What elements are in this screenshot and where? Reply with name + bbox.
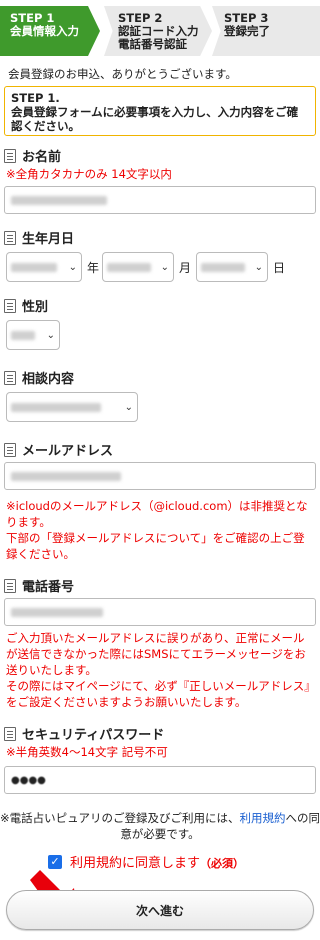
password-value: ●●●● xyxy=(11,774,46,786)
blurred-value xyxy=(107,262,151,272)
notice-title: STEP 1. xyxy=(11,91,60,105)
email-note-1: ※icloudのメールアドレス（@icloud.com）は非推奨となります。 xyxy=(6,499,308,529)
document-icon xyxy=(4,370,16,385)
birth-month-select[interactable]: ⌄ xyxy=(102,252,174,282)
name-label: お名前 xyxy=(4,146,61,165)
blurred-value xyxy=(11,262,57,272)
agreement-text: ※電話占いピュアリのご登録及びご利用には、利用規約への同意が必要です。 xyxy=(0,811,320,841)
terms-link[interactable]: 利用規約 xyxy=(239,811,285,825)
month-suffix: 月 xyxy=(179,261,192,275)
phone-label: 電話番号 xyxy=(4,576,74,595)
birth-year-select[interactable]: ⌄ xyxy=(6,252,82,282)
blurred-value xyxy=(11,402,101,412)
chevron-down-icon: ⌄ xyxy=(254,261,263,273)
phone-note-1: ご入力頂いたメールアドレスに誤りがあり、正常にメールが送信できなかった際にはSM… xyxy=(6,631,306,677)
document-icon xyxy=(4,298,16,313)
chevron-down-icon: ⌄ xyxy=(68,261,77,273)
document-icon xyxy=(4,230,16,245)
next-button[interactable]: 次へ進む xyxy=(6,890,314,930)
day-suffix: 日 xyxy=(273,261,286,275)
blurred-value xyxy=(11,195,107,205)
chevron-down-icon: ⌄ xyxy=(160,261,169,273)
password-input[interactable]: ●●●● xyxy=(4,766,316,794)
step-notice: STEP 1. 会員登録フォームに必要事項を入力し、入力内容をご確認ください。 xyxy=(4,86,316,136)
step-3: STEP 3 登録完了 xyxy=(212,6,320,56)
consult-select[interactable]: ⌄ xyxy=(6,392,138,422)
agree-checkbox[interactable]: ✓ xyxy=(48,854,62,869)
notice-body: 会員登録フォームに必要事項を入力し、入力内容をご確認ください。 xyxy=(11,105,299,133)
name-hint: ※全角カタカナのみ 14文字以内 xyxy=(6,167,172,181)
password-hint: ※半角英数4〜14文字 記号不可 xyxy=(6,745,168,759)
consult-label: 相談内容 xyxy=(4,368,74,387)
document-icon xyxy=(4,442,16,457)
email-label: メールアドレス xyxy=(4,440,113,459)
password-label: セキュリティパスワード xyxy=(4,724,164,743)
step-progress: STEP 1 会員情報入力 STEP 2 認証コード入力 電話番号認証 STEP… xyxy=(0,0,320,58)
blurred-value xyxy=(11,471,121,481)
blurred-value xyxy=(11,607,103,617)
phone-input[interactable] xyxy=(4,598,316,626)
gender-label: 性別 xyxy=(4,296,48,315)
name-input[interactable] xyxy=(4,186,316,214)
document-icon xyxy=(4,148,16,163)
document-icon xyxy=(4,726,16,741)
phone-note-2: その際にはマイページにて、必ず『正しいメールアドレス』をご設定くださいますようお… xyxy=(6,679,310,709)
birth-day-select[interactable]: ⌄ xyxy=(196,252,268,282)
blurred-value xyxy=(201,262,245,272)
chevron-down-icon: ⌄ xyxy=(46,329,55,341)
chevron-down-icon: ⌄ xyxy=(124,401,133,413)
year-suffix: 年 xyxy=(87,261,100,275)
step-1: STEP 1 会員情報入力 xyxy=(0,6,100,56)
intro-text: 会員登録のお申込、ありがとうございます。 xyxy=(8,67,237,81)
email-note-2: 下部の「登録メールアドレスについて」をご確認の上ご登録ください。 xyxy=(6,531,305,561)
agree-checkbox-row[interactable]: ✓ 利用規約に同意します（必須） xyxy=(48,852,244,871)
document-icon xyxy=(4,578,16,593)
gender-select[interactable]: ⌄ xyxy=(6,320,60,350)
birthday-label: 生年月日 xyxy=(4,228,74,247)
email-input[interactable] xyxy=(4,462,316,490)
required-mark: （必須） xyxy=(200,857,245,870)
step-2: STEP 2 認証コード入力 電話番号認証 xyxy=(104,6,212,56)
blurred-value xyxy=(11,330,35,340)
